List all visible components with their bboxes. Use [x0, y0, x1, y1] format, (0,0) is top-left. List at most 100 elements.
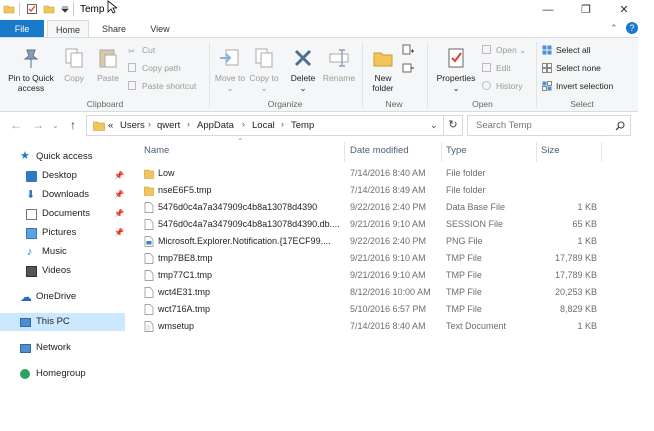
copy-button[interactable]: Copy: [60, 46, 88, 83]
group-label-organize: Organize: [267, 99, 303, 109]
file-date-modified: 7/14/2016 8:40 AM: [350, 321, 426, 331]
nav-item-onedrive[interactable]: ☁ OneDrive: [0, 288, 125, 306]
new-item-icon[interactable]: [402, 44, 414, 56]
pin-to-quick-access-button[interactable]: Pin to Quick access: [2, 46, 60, 93]
breadcrumb-users[interactable]: Users: [120, 120, 145, 131]
nav-item-desktop[interactable]: Desktop 📌: [0, 167, 125, 185]
search-placeholder: Search Temp: [476, 120, 532, 131]
forward-arrow-icon[interactable]: →: [32, 118, 44, 132]
breadcrumb-appdata[interactable]: AppData: [197, 120, 234, 131]
breadcrumb-separator[interactable]: ›: [148, 119, 151, 129]
vertical-scrollbar[interactable]: [638, 37, 654, 431]
search-icon[interactable]: [615, 121, 625, 131]
file-size: 17,789 KB: [554, 270, 597, 280]
history-button[interactable]: History: [482, 80, 522, 92]
maximize-button[interactable]: ❐: [566, 0, 606, 20]
column-separator[interactable]: [344, 142, 345, 162]
sort-indicator-icon: ⌃: [237, 137, 244, 146]
navigation-pane: ★ Quick access Desktop 📌 ⬇ Downloads 📌 D…: [0, 145, 125, 431]
tab-file[interactable]: File: [0, 20, 44, 38]
file-date-modified: 9/21/2016 9:10 AM: [350, 270, 426, 280]
file-name: tmp77C1.tmp: [158, 270, 213, 280]
file-row[interactable]: nseE6F5.tmp 7/14/2016 8:49 AM File folder: [140, 182, 602, 199]
copy-path-button[interactable]: Copy path: [128, 62, 181, 74]
select-none-button[interactable]: Select none: [542, 62, 601, 74]
nav-item-videos[interactable]: Videos: [0, 262, 125, 280]
divider: [73, 2, 74, 16]
refresh-button[interactable]: ↻: [444, 115, 463, 136]
customize-quick-access-icon[interactable]: [59, 3, 71, 15]
breadcrumb-separator[interactable]: ›: [281, 119, 284, 129]
nav-item-music[interactable]: ♪ Music: [0, 243, 125, 261]
file-row[interactable]: tmp7BE8.tmp 9/21/2016 9:10 AM TMP File 17,7…: [140, 250, 602, 267]
address-history-chevron-icon[interactable]: ⌄: [430, 120, 438, 131]
delete-button[interactable]: Delete ⌄: [286, 46, 320, 93]
breadcrumb-qwert[interactable]: qwert: [157, 120, 180, 131]
file-name: wct4E31.tmp: [158, 287, 211, 297]
column-header-size[interactable]: Size: [541, 145, 559, 156]
move-to-icon: [220, 49, 239, 66]
file-icon: [144, 287, 154, 298]
column-header-type[interactable]: Type: [446, 145, 467, 156]
move-to-button[interactable]: Move to ⌄: [213, 46, 247, 93]
open-button[interactable]: Open ⌄: [482, 44, 526, 56]
scissors-icon: ✂: [128, 46, 136, 56]
minimize-button[interactable]: —: [528, 0, 568, 20]
back-arrow-icon[interactable]: ←: [10, 118, 22, 132]
tab-share[interactable]: Share: [92, 20, 136, 38]
nav-item-quick-access[interactable]: ★ Quick access: [0, 148, 125, 166]
image-file-icon: [144, 236, 154, 247]
chevron-up-icon[interactable]: ⌃: [610, 23, 618, 34]
help-icon[interactable]: ?: [626, 22, 638, 34]
file-row[interactable]: tmp77C1.tmp 9/21/2016 9:10 AM TMP File 17,7…: [140, 267, 602, 284]
column-header-name[interactable]: Name: [144, 145, 169, 156]
invert-selection-button[interactable]: Invert selection: [542, 80, 613, 92]
file-row[interactable]: wct716A.tmp 5/10/2016 6:57 PM TMP File 8,82…: [140, 301, 602, 318]
edit-button[interactable]: Edit: [482, 62, 511, 74]
select-all-button[interactable]: Select all: [542, 44, 591, 56]
nav-item-homegroup[interactable]: Homegroup: [0, 365, 125, 383]
file-type: Text Document: [446, 321, 507, 331]
column-header-date-modified[interactable]: Date modified: [350, 145, 409, 156]
new-folder-icon[interactable]: [43, 3, 55, 15]
nav-item-this-pc[interactable]: This PC: [0, 313, 125, 331]
file-row[interactable]: 5476d0c4a7a347909c4b8a13078d4390.db.... 9…: [140, 216, 602, 233]
breadcrumb-temp[interactable]: Temp: [291, 120, 314, 131]
copy-to-button[interactable]: Copy to ⌄: [248, 46, 280, 93]
file-row[interactable]: 5476d0c4a7a347909c4b8a13078d4390 9/22/201…: [140, 199, 602, 216]
address-bar[interactable]: « Users › qwert › AppData › Local › Temp…: [86, 115, 444, 136]
breadcrumb-overflow[interactable]: «: [108, 120, 113, 131]
nav-item-documents[interactable]: Documents 📌: [0, 205, 125, 223]
new-folder-button[interactable]: New folder: [366, 46, 400, 93]
file-row[interactable]: wct4E31.tmp 8/12/2016 10:00 AM TMP File 20,…: [140, 284, 602, 301]
column-separator[interactable]: [601, 142, 602, 162]
properties-icon[interactable]: [26, 3, 38, 15]
properties-button[interactable]: Properties ⌄: [432, 46, 480, 93]
file-row[interactable]: Low 7/14/2016 8:40 AM File folder: [140, 165, 602, 182]
column-separator[interactable]: [536, 142, 537, 162]
file-row[interactable]: wmsetup 7/14/2016 8:40 AM Text Document 1 K…: [140, 318, 602, 335]
up-arrow-icon[interactable]: ↑: [70, 118, 76, 132]
breadcrumb-local[interactable]: Local: [252, 120, 275, 131]
file-type: TMP File: [446, 270, 482, 280]
tab-view[interactable]: View: [138, 20, 182, 38]
column-separator[interactable]: [441, 142, 442, 162]
close-button[interactable]: ✕: [604, 0, 644, 20]
paste-shortcut-button[interactable]: Paste shortcut: [128, 80, 196, 92]
recent-locations-chevron-icon[interactable]: ⌄: [52, 121, 59, 130]
easy-access-icon[interactable]: [402, 62, 414, 74]
nav-item-network[interactable]: Network: [0, 339, 125, 357]
nav-item-downloads[interactable]: ⬇ Downloads 📌: [0, 186, 125, 204]
breadcrumb-separator[interactable]: ›: [242, 119, 245, 129]
file-row[interactable]: Microsoft.Explorer.Notification.{17ECF99…: [140, 233, 602, 250]
cut-button[interactable]: ✂ Cut: [128, 44, 155, 56]
search-box[interactable]: Search Temp: [467, 115, 631, 136]
delete-x-icon: [294, 49, 312, 67]
tab-home[interactable]: Home: [47, 20, 89, 38]
rename-button[interactable]: Rename: [320, 46, 358, 83]
file-date-modified: 7/14/2016 8:49 AM: [350, 185, 426, 195]
paste-button[interactable]: Paste: [93, 46, 123, 83]
group-separator: [427, 42, 428, 108]
breadcrumb-separator[interactable]: ›: [187, 119, 190, 129]
nav-item-pictures[interactable]: Pictures 📌: [0, 224, 125, 242]
